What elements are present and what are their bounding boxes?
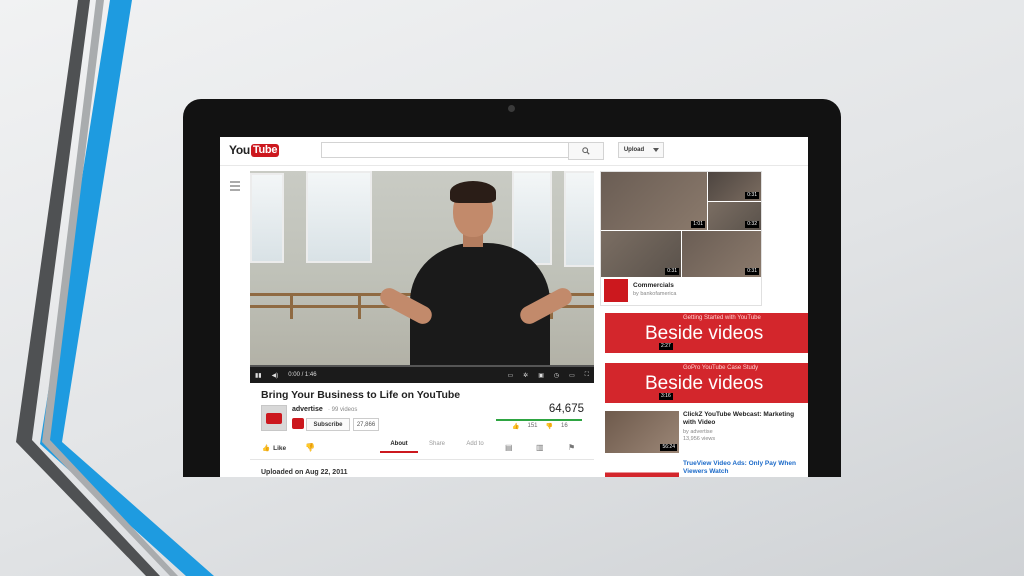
dislike-count: 16 [560, 423, 568, 429]
presenter-hair [450, 181, 496, 203]
laptop-frame: You Tube Upload ▮▮ ◀) 0:00 / 1:46 ▭ ✲ ▣ … [183, 99, 841, 477]
tab-add-to[interactable]: Add to [456, 441, 494, 453]
upload-button[interactable]: Upload [618, 142, 650, 158]
playlist-thumb: 0:31 [708, 172, 761, 201]
ad-headline: Beside videos [645, 373, 764, 394]
subscribe-icon [292, 418, 304, 429]
playlist-thumb: 0:31 [682, 231, 761, 277]
duration-label: 56:24 [660, 444, 677, 451]
thumbs-up-icon: 👍 [512, 424, 520, 430]
chevron-down-icon [652, 148, 659, 152]
duration-label: 0:31 [745, 192, 759, 199]
like-stats: 👍 151 👎 16 [512, 423, 568, 430]
logo-you: You [229, 143, 250, 157]
pause-icon[interactable]: ▮▮ [255, 372, 262, 379]
studio-window [250, 173, 284, 263]
studio-window [564, 171, 594, 267]
related-title: ClickZ YouTube Webcast: Marketing with V… [683, 411, 795, 426]
settings-icon[interactable]: ✲ [523, 372, 528, 379]
channel-video-count: · 99 videos [328, 407, 358, 413]
bank-logo-icon [604, 279, 628, 302]
upload-date: Uploaded on Aug 22, 2011 [261, 469, 348, 476]
related-thumb [605, 460, 679, 477]
related-video[interactable]: 56:24 ClickZ YouTube Webcast: Marketing … [605, 411, 808, 453]
playlist-title: Commercials [633, 282, 674, 289]
duration-label: 0:32 [745, 221, 759, 228]
video-title: Bring Your Business to Life on YouTube [261, 389, 461, 401]
camera-icon [508, 105, 515, 112]
fullscreen-icon[interactable]: ⛶ [585, 372, 589, 379]
ad-headline: Beside videos [645, 323, 764, 344]
upload-menu-button[interactable] [648, 142, 664, 158]
playlist-card[interactable]: 0:31 0:32 1:01 0:31 0:31 Commercials by … [600, 171, 762, 306]
player-controls: ▮▮ ◀) 0:00 / 1:46 ▭ ✲ ▣ ◷ ▭ ⛶ [250, 367, 594, 383]
barre-post [358, 293, 361, 319]
duration-label: 0:31 [665, 268, 679, 275]
thumbs-down-icon: 👎 [545, 424, 553, 430]
ad-small-title: Getting Started with YouTube [683, 315, 761, 321]
duration-label: 3:16 [659, 393, 673, 400]
hamburger-icon[interactable] [230, 181, 240, 193]
stats-icon[interactable]: ▥ [536, 443, 544, 452]
like-button[interactable]: 👍 Like [262, 444, 287, 453]
tab-share[interactable]: Share [418, 441, 456, 453]
thumbs-up-icon: 👍 [262, 445, 271, 452]
barre-post [290, 293, 293, 319]
captions-icon[interactable]: ▭ [508, 372, 514, 379]
duration-label: 0:31 [745, 268, 759, 275]
youtube-page: You Tube Upload ▮▮ ◀) 0:00 / 1:46 ▭ ✲ ▣ … [220, 137, 808, 477]
related-thumb: 56:24 [605, 411, 679, 453]
search-button[interactable] [568, 142, 604, 160]
studio-window [306, 171, 372, 263]
like-ratio-bar [496, 419, 582, 421]
transcript-icon[interactable]: ▤ [505, 443, 513, 452]
tab-about[interactable]: About [380, 441, 418, 453]
search-icon [582, 147, 590, 155]
channel-avatar[interactable] [261, 405, 287, 431]
annotations-icon[interactable]: ▣ [538, 372, 544, 379]
sidebar-ad[interactable]: GoPro YouTube Case Study Beside videos 3… [605, 363, 808, 403]
volume-icon[interactable]: ◀) [272, 372, 279, 379]
related-title: TrueView Video Ads: Only Pay When Viewer… [683, 460, 796, 475]
playlist-thumb: 0:31 [601, 231, 681, 277]
theater-icon[interactable]: ▭ [569, 372, 575, 379]
player-time: 0:00 / 1:46 [288, 372, 317, 378]
like-count: 151 [527, 423, 538, 429]
playlist-thumb: 0:32 [708, 202, 761, 230]
sidebar-ad[interactable]: Getting Started with YouTube Beside vide… [605, 313, 808, 353]
related-video[interactable]: TrueView Video Ads: Only Pay When Viewer… [605, 460, 808, 477]
watch-later-icon[interactable]: ◷ [554, 372, 559, 379]
video-frame [250, 171, 594, 373]
subscriber-count: 27,866 [353, 418, 379, 431]
view-count: 64,675 [548, 403, 584, 415]
flag-icon[interactable]: ⚑ [568, 443, 575, 452]
duration-label: 1:01 [691, 221, 705, 228]
duration-label: 2:27 [659, 343, 673, 350]
logo-tube: Tube [250, 143, 280, 157]
youtube-logo[interactable]: You Tube [229, 143, 280, 157]
related-channel: by advertise [683, 429, 713, 435]
video-tabs: About Share Add to [380, 441, 494, 453]
ad-small-title: GoPro YouTube Case Study [683, 365, 759, 371]
dislike-button[interactable]: 👎 [305, 443, 315, 452]
video-player[interactable]: ▮▮ ◀) 0:00 / 1:46 ▭ ✲ ▣ ◷ ▭ ⛶ [250, 171, 594, 383]
subscribe-button[interactable]: Subscribe [306, 418, 350, 431]
related-views: 13,956 views [683, 436, 716, 442]
search-input[interactable] [321, 142, 576, 158]
playlist-byline: by bankofamerica [633, 291, 677, 297]
channel-name[interactable]: advertise [292, 406, 323, 413]
masthead: You Tube Upload [220, 137, 808, 166]
like-label: Like [273, 444, 287, 452]
divider [250, 459, 594, 460]
